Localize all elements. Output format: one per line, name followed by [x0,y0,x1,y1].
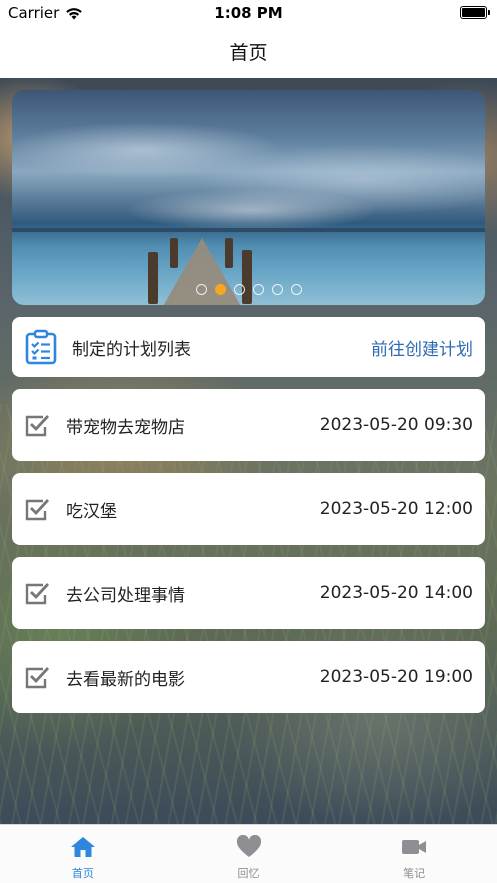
page-indicator-dot[interactable] [290,284,302,295]
create-plan-link[interactable]: 前往创建计划 [371,335,473,360]
status-bar: Carrier 1:08 PM [0,0,497,28]
checkbox-icon[interactable] [24,413,50,437]
plan-item[interactable]: 带宠物去宠物店 2023-05-20 09:30 [12,389,485,461]
page-indicator[interactable] [12,284,485,295]
plan-item[interactable]: 吃汉堡 2023-05-20 12:00 [12,473,485,545]
pier-post [225,238,233,268]
plan-name: 去看最新的电影 [66,669,185,690]
tab-home[interactable]: 首页 [0,825,166,883]
page-indicator-dot[interactable] [252,284,264,295]
navigation-bar: 首页 [0,28,497,78]
tab-bar: 首页 回忆 笔记 [0,824,497,883]
main-content[interactable]: 制定的计划列表 前往创建计划 带宠物去宠物店 2023-05-20 09:30 … [0,78,497,824]
heart-icon [236,835,261,857]
tab-label: 回忆 [237,867,260,880]
tab-memories[interactable]: 回忆 [166,825,332,883]
banner-carousel[interactable] [12,90,485,305]
tab-label: 笔记 [403,867,426,880]
plan-name: 去公司处理事情 [66,585,185,606]
clipboard-list-icon [25,329,57,365]
checkbox-icon[interactable] [24,497,50,521]
tab-notes[interactable]: 笔记 [331,825,497,883]
plan-time: 2023-05-20 12:00 [319,499,473,519]
checkbox-icon[interactable] [24,665,50,689]
page-title: 首页 [229,42,268,64]
status-time: 1:08 PM [214,4,283,22]
tab-label: 首页 [71,867,94,880]
banner-sky [12,90,485,230]
page-indicator-dot[interactable] [214,284,226,295]
plan-list-header: 制定的计划列表 前往创建计划 [12,317,485,377]
page-indicator-dot[interactable] [195,284,207,295]
plan-list-title: 制定的计划列表 [72,339,191,360]
checkbox-icon[interactable] [24,581,50,605]
pier-post [242,250,252,304]
video-camera-icon [402,840,427,854]
page-indicator-dot[interactable] [271,284,283,295]
plan-name: 带宠物去宠物店 [66,417,185,438]
plan-item[interactable]: 去公司处理事情 2023-05-20 14:00 [12,557,485,629]
home-icon [70,837,95,857]
pier-post [148,252,158,304]
battery-icon [460,6,490,19]
page-indicator-dot[interactable] [233,284,245,295]
plan-time: 2023-05-20 19:00 [319,667,473,687]
plan-time: 2023-05-20 09:30 [319,415,473,435]
plan-name: 吃汉堡 [66,501,117,522]
plan-time: 2023-05-20 14:00 [319,583,473,603]
banner-horizon [12,228,485,232]
plan-item[interactable]: 去看最新的电影 2023-05-20 19:00 [12,641,485,713]
pier-post [170,238,178,268]
